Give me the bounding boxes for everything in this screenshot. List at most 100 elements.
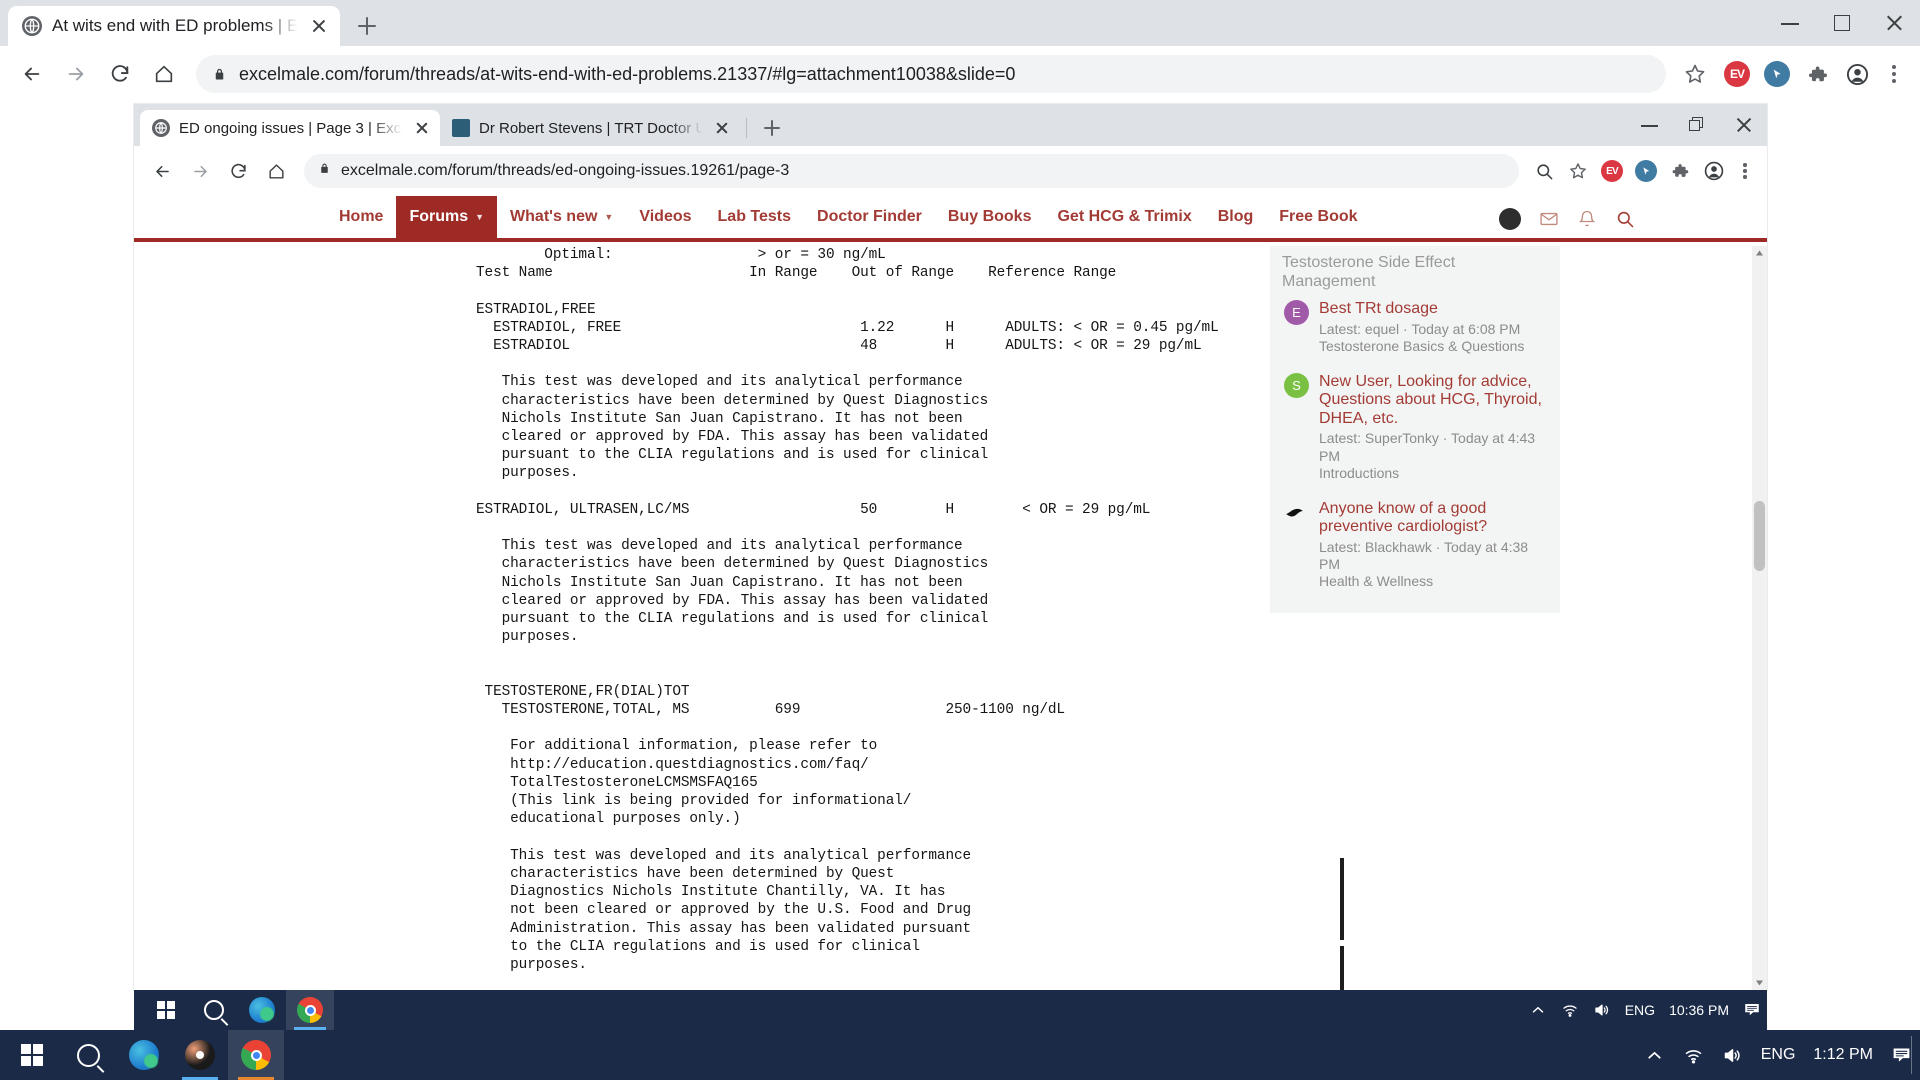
close-window-button[interactable] — [1868, 0, 1920, 46]
alerts-bell-icon[interactable] — [1577, 209, 1597, 229]
taskbar-edge[interactable] — [116, 1030, 172, 1080]
cursor-extension-icon[interactable] — [1760, 57, 1794, 91]
minimize-button[interactable] — [1626, 104, 1673, 146]
scroll-up-arrow[interactable] — [1752, 246, 1767, 261]
close-window-button[interactable] — [1720, 104, 1767, 146]
extensions-puzzle-icon[interactable] — [1800, 57, 1834, 91]
cursor-extension-icon[interactable] — [1631, 156, 1661, 186]
profile-avatar-icon[interactable] — [1699, 156, 1729, 186]
lab-report-text: Optimal: > or = 30 ng/mL Test Name In Ra… — [476, 246, 1336, 990]
expressvpn-badge-label: EV — [1601, 160, 1623, 182]
bookmark-star-icon[interactable] — [1563, 156, 1593, 186]
search-button[interactable] — [60, 1030, 116, 1080]
maximize-button[interactable] — [1816, 0, 1868, 46]
volume-icon[interactable] — [1593, 1001, 1611, 1019]
new-tab-button[interactable] — [350, 9, 384, 43]
expressvpn-icon[interactable]: EV — [1597, 156, 1627, 186]
show-hidden-icons[interactable] — [1529, 1001, 1547, 1019]
sidebar-thread-title[interactable]: Best TRt dosage — [1319, 300, 1546, 319]
page-scrollbar[interactable] — [1752, 246, 1767, 990]
nav-item-doctor-finder[interactable]: Doctor Finder — [804, 196, 935, 240]
zoom-icon[interactable] — [1529, 156, 1559, 186]
close-icon[interactable] — [308, 15, 330, 37]
profile-avatar-icon[interactable] — [1840, 57, 1874, 91]
forward-button[interactable] — [56, 54, 96, 94]
wifi-icon[interactable] — [1683, 1045, 1704, 1066]
show-hidden-icons[interactable] — [1644, 1045, 1665, 1066]
search-icon[interactable] — [1615, 209, 1635, 229]
scroll-down-arrow[interactable] — [1752, 975, 1767, 990]
taskbar-chrome[interactable] — [228, 1030, 284, 1080]
chrome-menu-icon[interactable] — [1880, 60, 1908, 88]
scrollbar-thumb[interactable] — [1754, 501, 1765, 571]
taskbar-chrome[interactable] — [286, 990, 334, 1030]
nav-label: What's new — [510, 208, 598, 225]
outer-browser-tab[interactable]: At wits end with ED problems | E — [8, 6, 341, 46]
nav-label: Blog — [1217, 208, 1254, 225]
inbox-envelope-icon[interactable] — [1539, 209, 1559, 229]
home-button[interactable] — [258, 153, 294, 189]
site-favicon-icon — [452, 119, 470, 137]
nav-item-videos[interactable]: Videos — [626, 196, 704, 240]
language-indicator[interactable]: ENG — [1761, 1046, 1796, 1064]
reload-button[interactable] — [100, 54, 140, 94]
inner-tab-ed-ongoing-issues[interactable]: ED ongoing issues | Page 3 | Exce — [140, 110, 440, 146]
nav-item-blog[interactable]: Blog — [1205, 196, 1267, 240]
inner-tab-dr-robert-stevens[interactable]: Dr Robert Stevens | TRT Doctor U — [440, 110, 740, 146]
nav-item-free-book[interactable]: Free Book — [1266, 196, 1370, 240]
nav-item-lab-tests[interactable]: Lab Tests — [705, 196, 805, 240]
nav-item-whats-new[interactable]: What's new ▼ — [497, 196, 626, 240]
thread-avatar: E — [1284, 300, 1309, 326]
home-button[interactable] — [144, 54, 184, 94]
clock[interactable]: 1:12 PM — [1813, 1046, 1873, 1064]
forward-button[interactable] — [182, 153, 218, 189]
sidebar-clipped-item[interactable]: Testosterone Side Effect Management — [1282, 254, 1548, 291]
nav-item-home[interactable]: Home — [326, 196, 396, 240]
outer-extension-icons: EV — [1716, 57, 1908, 91]
notification-icon[interactable] — [1891, 1045, 1912, 1066]
volume-icon[interactable] — [1722, 1045, 1743, 1066]
search-button[interactable] — [190, 990, 238, 1030]
restore-button[interactable] — [1673, 104, 1720, 146]
sidebar-thread-title[interactable]: Anyone know of a good preventive cardiol… — [1319, 500, 1546, 537]
close-icon[interactable] — [712, 118, 732, 138]
bookmark-star-icon[interactable] — [1678, 57, 1712, 91]
chrome-menu-icon[interactable] — [1733, 159, 1757, 183]
outer-omnibox-toolbar: excelmale.com/forum/threads/at-wits-end-… — [0, 46, 1920, 102]
sidebar-thread-forum[interactable]: Introductions — [1319, 465, 1546, 482]
close-icon[interactable] — [412, 118, 432, 138]
start-button[interactable] — [4, 1030, 60, 1080]
sidebar-thread-item[interactable]: S New User, Looking for advice, Questions… — [1282, 364, 1548, 491]
sidebar-thread-forum[interactable]: Testosterone Basics & Questions — [1319, 338, 1546, 355]
sidebar-thread-title[interactable]: New User, Looking for advice, Questions … — [1319, 373, 1546, 429]
nav-label: Home — [339, 208, 384, 225]
wifi-icon[interactable] — [1561, 1001, 1579, 1019]
inner-address-bar[interactable]: excelmale.com/forum/threads/ed-ongoing-i… — [304, 154, 1519, 188]
nav-item-forums[interactable]: Forums ▼ — [396, 196, 498, 240]
start-button[interactable] — [142, 990, 190, 1030]
sidebar-thread-forum[interactable]: Health & Wellness — [1319, 573, 1546, 590]
extensions-puzzle-icon[interactable] — [1665, 156, 1695, 186]
language-indicator[interactable]: ENG — [1625, 1002, 1655, 1018]
search-icon — [76, 1043, 100, 1067]
reload-button[interactable] — [220, 153, 256, 189]
expressvpn-icon[interactable]: EV — [1720, 57, 1754, 91]
new-tab-button[interactable] — [757, 113, 787, 143]
back-button[interactable] — [144, 153, 180, 189]
back-button[interactable] — [12, 54, 52, 94]
nav-item-buy-books[interactable]: Buy Books — [935, 196, 1045, 240]
minimize-button[interactable] — [1764, 0, 1816, 46]
sidebar-thread-item[interactable]: E Best TRt dosage Latest: equel · Today at… — [1282, 291, 1548, 364]
taskbar-media-app[interactable] — [172, 1030, 228, 1080]
outer-address-bar[interactable]: excelmale.com/forum/threads/at-wits-end-… — [196, 55, 1666, 93]
sidebar-thread-item[interactable]: Anyone know of a good preventive cardiol… — [1282, 491, 1548, 599]
nav-item-get-hcg-trimix[interactable]: Get HCG & Trimix — [1044, 196, 1204, 240]
clock[interactable]: 10:36 PM — [1669, 1002, 1729, 1018]
inner-tabstrip: ED ongoing issues | Page 3 | Exce Dr Rob… — [134, 104, 1767, 146]
search-icon — [204, 1000, 224, 1020]
notification-icon[interactable] — [1743, 1001, 1761, 1019]
taskbar-edge[interactable] — [238, 990, 286, 1030]
user-avatar[interactable] — [1499, 208, 1521, 230]
sidebar-item-list: E Best TRt dosage Latest: equel · Today at… — [1282, 291, 1548, 599]
chrome-icon — [241, 1040, 271, 1070]
